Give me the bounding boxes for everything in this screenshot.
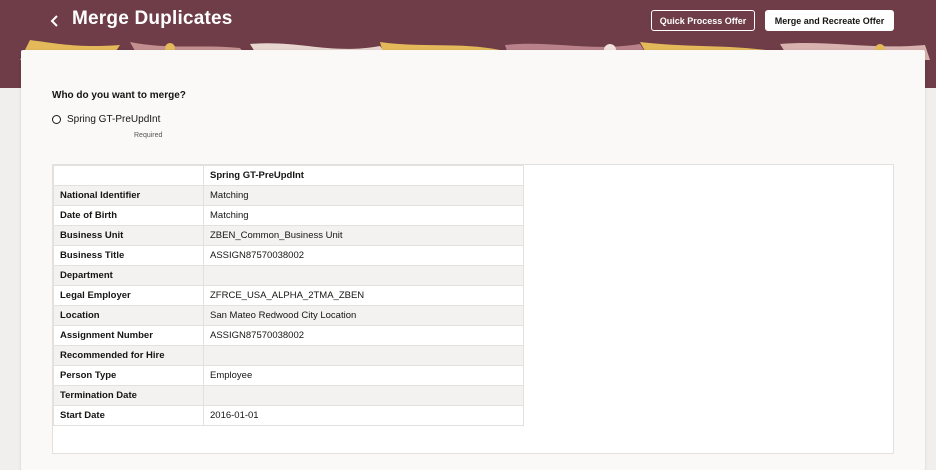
row-label: National Identifier — [53, 185, 204, 206]
table-row: Assignment Number ASSIGN87570038002 — [53, 325, 524, 346]
row-value: ZFRCE_USA_ALPHA_2TMA_ZBEN — [203, 285, 524, 306]
quick-process-offer-button[interactable]: Quick Process Offer — [651, 10, 755, 31]
table-row: Location San Mateo Redwood City Location — [53, 305, 524, 326]
table-row: Termination Date — [53, 385, 524, 406]
row-label: Legal Employer — [53, 285, 204, 306]
row-value: ASSIGN87570038002 — [203, 325, 524, 346]
table-row: Business Unit ZBEN_Common_Business Unit — [53, 225, 524, 246]
column-header: Spring GT-PreUpdInt — [203, 165, 524, 186]
page-title: Merge Duplicates — [72, 8, 233, 29]
table-row: Legal Employer ZFRCE_USA_ALPHA_2TMA_ZBEN — [53, 285, 524, 306]
table-row: Department — [53, 265, 524, 286]
row-value — [203, 385, 524, 406]
row-label: Department — [53, 265, 204, 286]
row-value: San Mateo Redwood City Location — [203, 305, 524, 326]
row-value: ZBEN_Common_Business Unit — [203, 225, 524, 246]
radio-label: Spring GT-PreUpdInt — [67, 114, 161, 125]
table-row: Business Title ASSIGN87570038002 — [53, 245, 524, 266]
merge-and-recreate-offer-button[interactable]: Merge and Recreate Offer — [765, 10, 894, 31]
row-value: Employee — [203, 365, 524, 386]
row-label: Business Unit — [53, 225, 204, 246]
row-label: Assignment Number — [53, 325, 204, 346]
row-label: Termination Date — [53, 385, 204, 406]
table-row: Date of Birth Matching — [53, 205, 524, 226]
chevron-left-icon — [50, 15, 58, 27]
comparison-panel: Spring GT-PreUpdInt National Identifier M… — [52, 164, 894, 454]
merge-question: Who do you want to merge? — [52, 90, 186, 101]
required-hint: Required — [134, 132, 163, 139]
table-row: National Identifier Matching — [53, 185, 524, 206]
row-value — [203, 345, 524, 366]
radio-button[interactable] — [52, 115, 61, 124]
table-row: Recommended for Hire — [53, 345, 524, 366]
row-label: Recommended for Hire — [53, 345, 204, 366]
row-value — [203, 265, 524, 286]
row-label: Business Title — [53, 245, 204, 266]
row-value: 2016-01-01 — [203, 405, 524, 426]
merge-card: Who do you want to merge? Spring GT-PreU… — [21, 50, 925, 470]
row-label: Start Date — [53, 405, 204, 426]
table-header-row: Spring GT-PreUpdInt — [53, 165, 524, 186]
back-button[interactable] — [48, 11, 64, 31]
row-label: Person Type — [53, 365, 204, 386]
row-value: ASSIGN87570038002 — [203, 245, 524, 266]
row-value: Matching — [203, 185, 524, 206]
row-label: Location — [53, 305, 204, 326]
row-label: Date of Birth — [53, 205, 204, 226]
table-row: Start Date 2016-01-01 — [53, 405, 524, 426]
header-empty-cell — [53, 165, 204, 186]
row-value: Matching — [203, 205, 524, 226]
table-row: Person Type Employee — [53, 365, 524, 386]
candidate-radio-option[interactable]: Spring GT-PreUpdInt — [52, 114, 160, 125]
comparison-table: Spring GT-PreUpdInt National Identifier M… — [53, 165, 524, 426]
